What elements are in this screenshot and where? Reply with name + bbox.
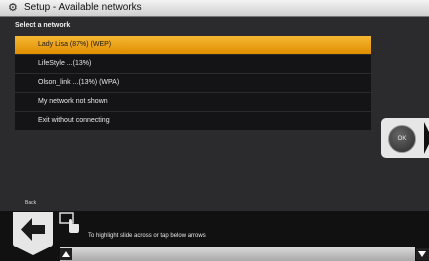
ok-arrow-icon xyxy=(424,122,429,154)
window-title: Setup - Available networks xyxy=(24,2,142,13)
scroll-strip xyxy=(60,247,415,261)
page-heading: Select a network xyxy=(15,22,71,29)
gear-icon: ⚙ xyxy=(8,2,18,14)
scroll-up-button[interactable] xyxy=(60,248,72,260)
back-arrow-icon xyxy=(21,218,45,241)
arrow-down-icon xyxy=(418,251,426,257)
back-label: Back xyxy=(25,200,37,206)
ok-button-tab[interactable]: OK xyxy=(381,118,429,158)
title-bar: ⚙ Setup - Available networks xyxy=(0,0,429,17)
back-button-notch xyxy=(17,247,49,255)
network-list: Lady Lisa (87%) (WEP) LifeStyle ...(13%)… xyxy=(15,36,371,131)
touch-slide-icon xyxy=(59,212,79,233)
network-item-lifestyle[interactable]: LifeStyle ...(13%) xyxy=(15,55,371,73)
arrow-up-icon xyxy=(62,251,70,257)
network-item-exit[interactable]: Exit without connecting xyxy=(15,112,371,130)
network-item-lady-lisa[interactable]: Lady Lisa (87%) (WEP) xyxy=(15,36,371,54)
back-button[interactable] xyxy=(13,212,53,247)
hint-text: To highlight slide across or tap below a… xyxy=(88,233,206,239)
network-item-not-shown[interactable]: My network not shown xyxy=(15,93,371,111)
ok-button[interactable]: OK xyxy=(388,125,416,153)
scroll-down-button[interactable] xyxy=(416,248,429,260)
network-item-olson-link[interactable]: Olson_link ...(13%) (WPA) xyxy=(15,74,371,92)
